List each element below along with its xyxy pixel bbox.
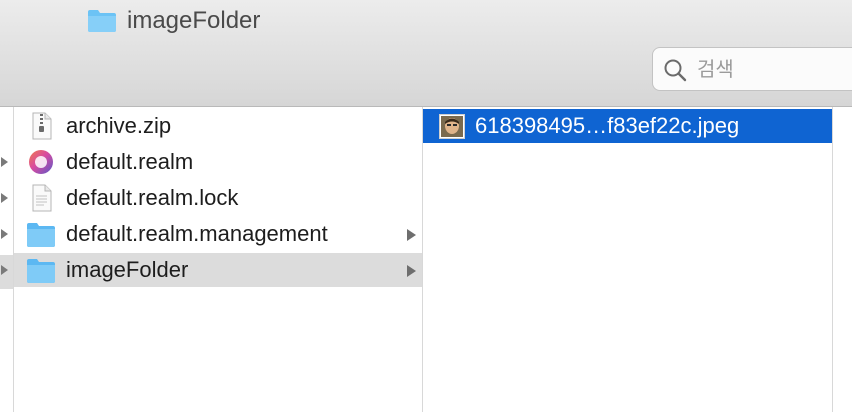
column-browser: archive.zip default.realm default.realm.… [0,107,852,412]
chevron-right-icon [1,229,8,239]
chevron-right-icon [407,229,416,241]
previous-column[interactable] [0,107,14,412]
zip-file-icon [32,112,52,140]
list-item-label: default.realm [66,149,194,174]
image-thumbnail-icon [439,114,465,139]
chevron-right-icon [1,193,8,203]
column-2: 618398495…f83ef22c.jpeg [423,107,833,412]
toolbar: imageFolder [0,0,852,107]
search-icon [664,59,687,82]
list-item[interactable]: default.realm.management [14,217,422,251]
search-input[interactable] [697,54,837,84]
search-field[interactable] [652,47,852,91]
chevron-right-icon [1,265,8,275]
folder-icon [27,259,55,283]
chevron-right-icon [407,265,416,277]
list-item-label: archive.zip [66,113,172,138]
list-item-label: default.realm.lock [66,185,239,210]
column-3 [833,107,852,412]
list-item-label: 618398495…f83ef22c.jpeg [475,113,740,138]
list-item-label: imageFolder [66,257,189,282]
list-item[interactable]: imageFolder [14,253,422,287]
window-title: imageFolder [127,7,261,34]
realm-file-icon [29,150,53,174]
folder-icon [88,10,116,32]
list-item[interactable]: 618398495…f83ef22c.jpeg [423,109,832,143]
list-item[interactable]: archive.zip [14,109,422,143]
folder-icon [27,223,55,247]
text-file-icon [32,184,52,212]
list-item[interactable]: default.realm.lock [14,181,422,215]
column-1: archive.zip default.realm default.realm.… [14,107,423,412]
list-item-label: default.realm.management [66,221,328,246]
chevron-right-icon [1,157,8,167]
list-item[interactable]: default.realm [14,145,422,179]
